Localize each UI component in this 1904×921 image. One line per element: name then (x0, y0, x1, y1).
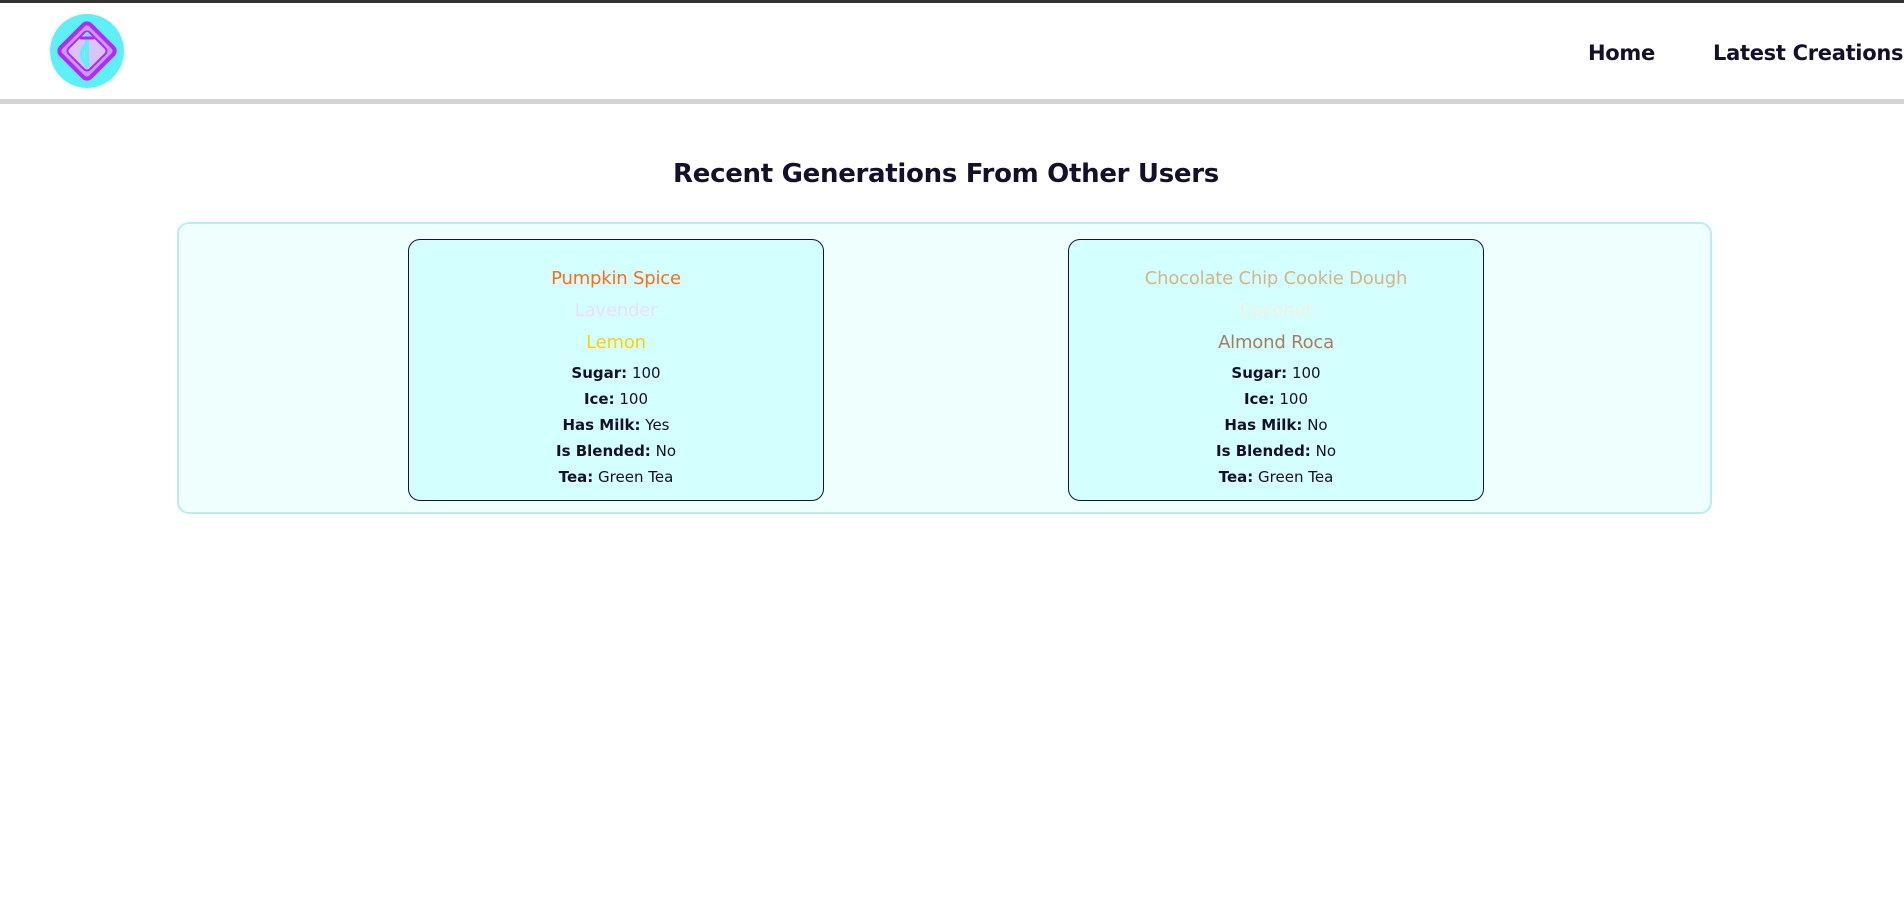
has-milk-value: Yes (645, 416, 670, 434)
generation-card: Pumpkin Spice Lavender Lemon Sugar: 100 … (408, 239, 824, 501)
ice-row: Ice: 100 (409, 386, 823, 412)
tea-value: Green Tea (1258, 468, 1334, 486)
is-blended-value: No (1315, 442, 1336, 460)
nav-latest-creations-link[interactable]: Latest Creations (1713, 41, 1903, 65)
ice-label: Ice: (583, 390, 615, 408)
ice-row: Ice: 100 (1069, 386, 1483, 412)
has-milk-label: Has Milk: (562, 416, 641, 434)
ice-value: 100 (619, 390, 649, 408)
sugar-label: Sugar: (1231, 364, 1288, 382)
sugar-label: Sugar: (571, 364, 628, 382)
tea-value: Green Tea (598, 468, 674, 486)
generation-card: Chocolate Chip Cookie Dough Coconut Almo… (1068, 239, 1484, 501)
is-blended-label: Is Blended: (1216, 442, 1311, 460)
tea-label: Tea: (1218, 468, 1254, 486)
is-blended-row: Is Blended: No (1069, 438, 1483, 464)
sugar-value: 100 (631, 364, 661, 382)
flavor-1: Chocolate Chip Cookie Dough (1144, 268, 1408, 289)
ice-label: Ice: (1243, 390, 1275, 408)
tea-row: Tea: Green Tea (1069, 464, 1483, 490)
tea-label: Tea: (558, 468, 594, 486)
sugar-value: 100 (1291, 364, 1321, 382)
tea-row: Tea: Green Tea (409, 464, 823, 490)
tea-logo-icon[interactable] (50, 14, 124, 88)
has-milk-row: Has Milk: Yes (409, 412, 823, 438)
page-title: Recent Generations From Other Users (673, 159, 1219, 189)
navbar: Home Latest Creations (0, 3, 1904, 104)
sugar-row: Sugar: 100 (409, 360, 823, 386)
ice-value: 100 (1279, 390, 1309, 408)
flavor-2: Lavender (574, 300, 658, 321)
flavor-2: Coconut (1239, 300, 1313, 321)
is-blended-label: Is Blended: (556, 442, 651, 460)
flavor-1: Pumpkin Spice (551, 268, 681, 289)
flavor-3: Almond Roca (1218, 332, 1334, 353)
has-milk-row: Has Milk: No (1069, 412, 1483, 438)
is-blended-row: Is Blended: No (409, 438, 823, 464)
has-milk-label: Has Milk: (1224, 416, 1303, 434)
sugar-row: Sugar: 100 (1069, 360, 1483, 386)
flavor-3: Lemon (586, 332, 646, 353)
nav-home-link[interactable]: Home (1588, 41, 1655, 65)
has-milk-value: No (1307, 416, 1328, 434)
is-blended-value: No (655, 442, 676, 460)
